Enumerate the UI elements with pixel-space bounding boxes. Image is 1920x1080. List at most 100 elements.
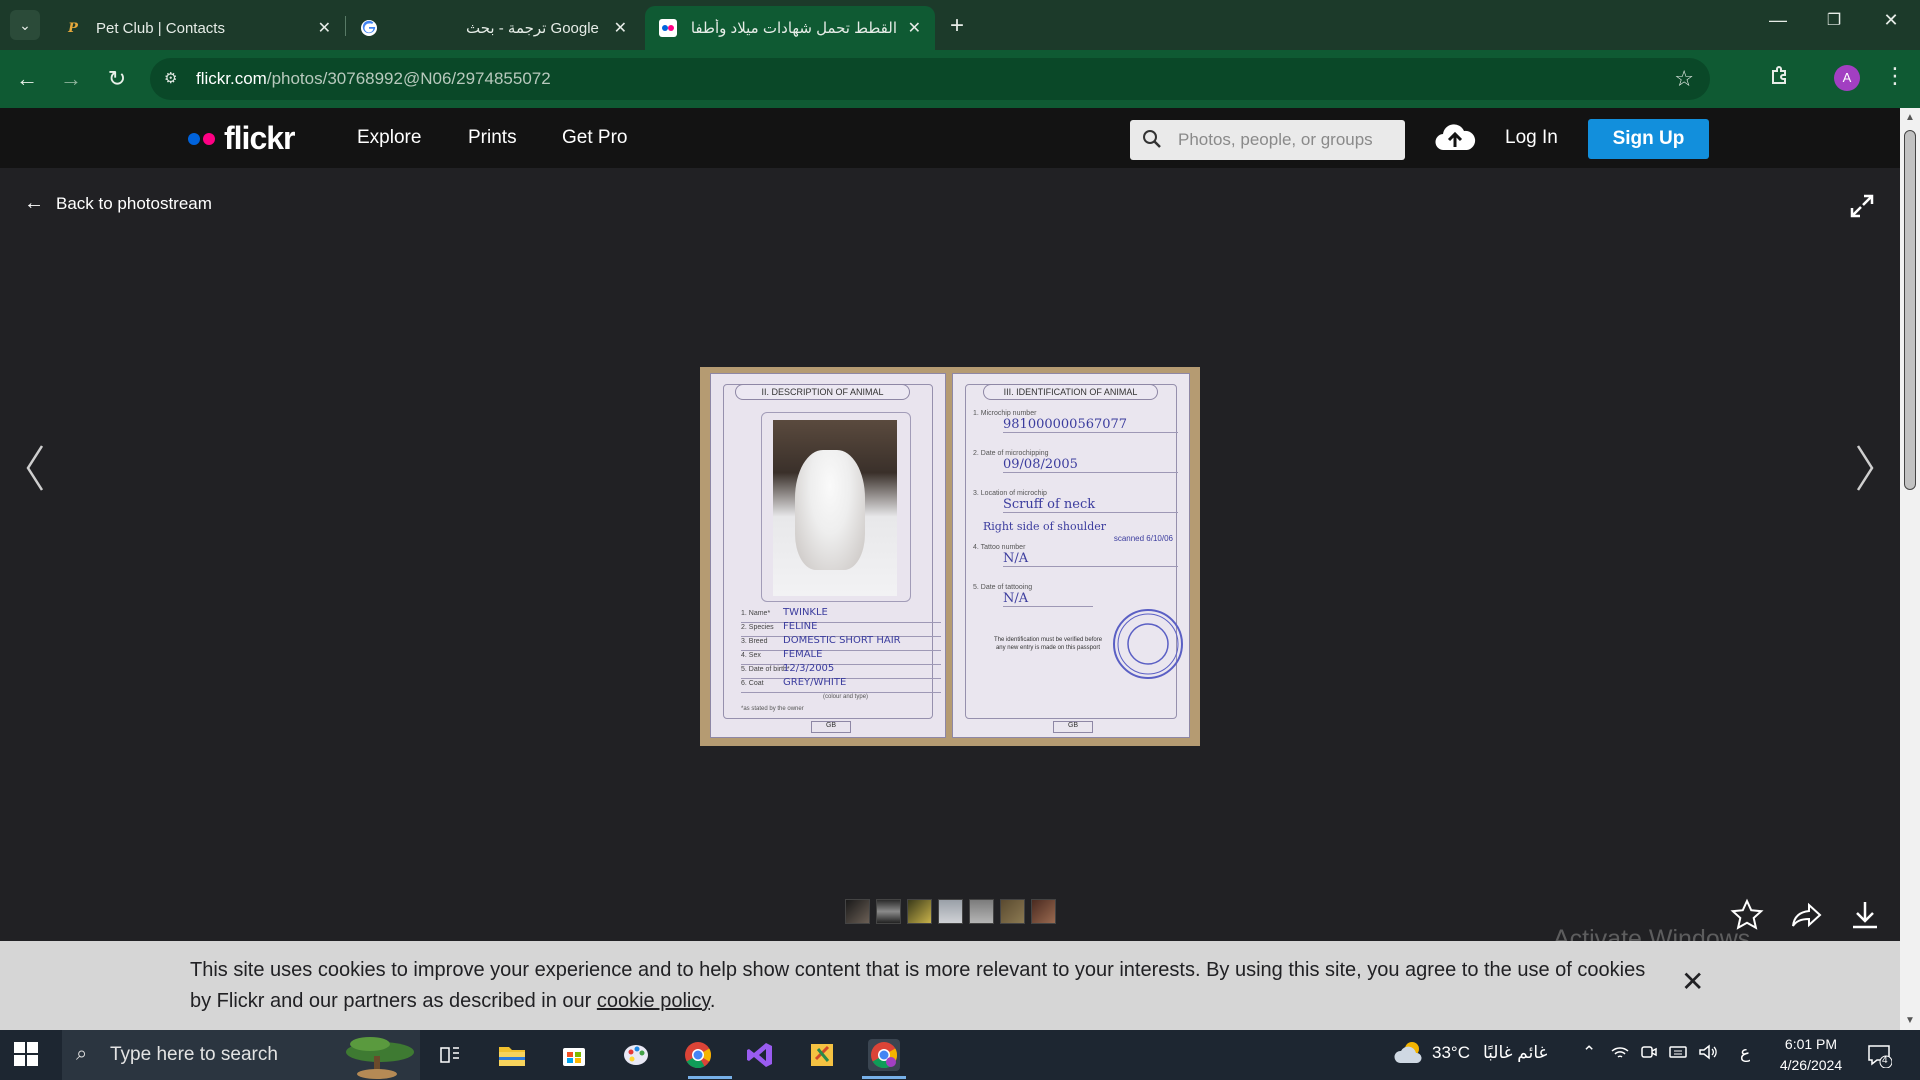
clock-date: 4/26/2024 [1779, 1057, 1843, 1073]
id-tattoo-date: 5. Date of tattooing N/A [973, 584, 1093, 607]
search-icon[interactable] [1142, 129, 1162, 154]
field-sex: 4. Sex FEMALE [741, 649, 941, 665]
logo-text: flickr [224, 120, 295, 156]
tab-flickr[interactable]: القطط تحمل شهادات ميلاد وأطفا ✕ [645, 6, 935, 50]
file-explorer-icon[interactable] [496, 1039, 528, 1071]
next-photo-chevron-icon[interactable] [1850, 438, 1880, 498]
microsoft-store-icon[interactable] [558, 1039, 590, 1071]
google-favicon-icon [360, 19, 378, 37]
volume-icon[interactable] [1698, 1043, 1718, 1066]
previous-photo-chevron-icon[interactable] [20, 438, 50, 498]
taskbar-search[interactable]: ⌕ Type here to search [62, 1030, 420, 1080]
field-name: 1. Name* TWINKLE [741, 607, 941, 623]
tab-close-icon[interactable]: ✕ [908, 18, 921, 38]
field-breed: 3. Breed DOMESTIC SHORT HAIR [741, 635, 941, 651]
cookie-policy-link[interactable]: cookie policy [597, 990, 710, 1012]
search-box [1130, 120, 1405, 160]
input-indicator-icon[interactable] [1668, 1043, 1688, 1066]
logo-pink-dot [203, 132, 215, 145]
extensions-puzzle-icon[interactable] [1768, 63, 1794, 89]
profile-avatar[interactable]: A [1834, 65, 1860, 91]
scanned-date-note: scanned 6/10/06 [1113, 534, 1173, 543]
active-app-indicator [688, 1076, 732, 1079]
omnibox[interactable]: ⚙ flickr.com/photos/30768992@N06/2974855… [150, 58, 1710, 100]
filmstrip-thumb[interactable] [938, 899, 963, 924]
minimize-icon[interactable]: — [1758, 10, 1798, 31]
meet-now-icon[interactable] [1640, 1043, 1658, 1066]
flickr-logo[interactable]: flickr [188, 120, 295, 157]
new-tab-icon[interactable]: + [950, 12, 964, 40]
id-footer-note: The identification must be verified befo… [993, 637, 1103, 651]
system-clock[interactable]: 6:01 PM 4/26/2024 [1776, 1034, 1846, 1076]
back-arrow-icon[interactable]: ← [12, 64, 42, 94]
log-in-link[interactable]: Log In [1505, 127, 1558, 149]
search-input[interactable] [1178, 128, 1393, 152]
id-microchip-date: 2. Date of microchipping 09/08/2005 [973, 450, 1178, 473]
tab-search-chevron-icon[interactable]: ⌄ [10, 10, 40, 40]
official-vet-stamp [1113, 609, 1183, 679]
filmstrip-thumb[interactable] [876, 899, 901, 924]
notification-center-icon[interactable]: 4 [1866, 1042, 1893, 1069]
tab-title: القطط تحمل شهادات ميلاد وأطفا [690, 20, 897, 37]
coat-hint: (colour and type) [823, 694, 869, 700]
tab-google-translate[interactable]: ترجمة - بحث Google ✕ [346, 6, 641, 50]
language-indicator[interactable]: ع [1740, 1043, 1750, 1063]
share-arrow-icon[interactable] [1790, 898, 1824, 932]
task-view-icon[interactable] [434, 1039, 466, 1071]
id-tattoo-number: 4. Tattoo number N/A [973, 544, 1178, 567]
windows-taskbar: ⌕ Type here to search 33°C غائم غالبًا ⌃ [0, 1030, 1920, 1080]
weather-cloud-icon[interactable] [1392, 1039, 1424, 1072]
bookmark-star-icon[interactable]: ☆ [1674, 66, 1694, 92]
passport-right-page: III. IDENTIFICATION OF ANIMAL 1. Microch… [952, 373, 1190, 738]
owner-note: *as stated by the owner [741, 706, 804, 712]
nav-get-pro[interactable]: Get Pro [562, 127, 627, 149]
tab-pet-club[interactable]: P Pet Club | Contacts ✕ [50, 6, 345, 50]
chrome-icon[interactable] [682, 1039, 714, 1071]
download-icon[interactable] [1848, 898, 1882, 932]
weather-temperature[interactable]: 33°C [1432, 1043, 1470, 1063]
fullscreen-expand-icon[interactable] [1848, 192, 1876, 220]
url-text[interactable]: flickr.com/photos/30768992@N06/297485507… [196, 69, 551, 89]
pet-club-favicon-icon: P [68, 20, 78, 36]
forward-arrow-icon[interactable]: → [56, 64, 86, 94]
network-icon[interactable] [1610, 1043, 1630, 1066]
nav-explore[interactable]: Explore [357, 127, 421, 149]
sign-up-button[interactable]: Sign Up [1588, 119, 1709, 159]
left-page-footer: GB [811, 721, 851, 733]
sticky-notes-icon[interactable] [806, 1039, 838, 1071]
chrome-profile-icon[interactable] [868, 1039, 900, 1071]
cookie-close-icon[interactable]: ✕ [1681, 965, 1704, 998]
filmstrip-thumb[interactable] [845, 899, 870, 924]
id-microchip-location: 3. Location of microchip Scruff of neck [973, 490, 1178, 513]
nav-prints[interactable]: Prints [468, 127, 517, 149]
filmstrip-thumb[interactable] [1000, 899, 1025, 924]
reload-icon[interactable]: ↻ [102, 64, 132, 94]
site-info-icon[interactable]: ⚙ [164, 69, 184, 89]
filmstrip-thumb[interactable] [969, 899, 994, 924]
visual-studio-icon[interactable] [744, 1039, 776, 1071]
tab-close-icon[interactable]: ✕ [614, 18, 627, 38]
scroll-down-arrow-icon[interactable]: ▼ [1904, 1015, 1916, 1026]
upload-cloud-icon[interactable] [1434, 120, 1476, 156]
identification-title: III. IDENTIFICATION OF ANIMAL [983, 384, 1158, 400]
show-hidden-icons-chevron-icon[interactable]: ⌃ [1582, 1043, 1596, 1063]
back-to-photostream-link[interactable]: ← Back to photostream [24, 192, 212, 215]
field-coat: 6. Coat GREY/WHITE [741, 677, 941, 693]
restore-icon[interactable]: ❐ [1814, 10, 1854, 30]
main-photo-pet-passport[interactable]: II. DESCRIPTION OF ANIMAL 1. Name* TWINKL… [700, 367, 1200, 746]
flickr-page: flickr Explore Prints Get Pro Log In Sig… [0, 108, 1900, 1030]
filmstrip-thumb[interactable] [1031, 899, 1056, 924]
windows-start-icon[interactable] [14, 1042, 38, 1066]
notification-count: 4 [1882, 1055, 1888, 1066]
browser-menu-icon[interactable]: ⋮ [1884, 63, 1906, 89]
bonsai-decoration-icon [346, 1037, 414, 1079]
scroll-up-arrow-icon[interactable]: ▲ [1904, 112, 1916, 123]
tab-close-icon[interactable]: ✕ [318, 18, 331, 38]
description-title: II. DESCRIPTION OF ANIMAL [735, 384, 910, 400]
paint-app-icon[interactable] [620, 1039, 652, 1071]
page-scrollbar[interactable]: ▲ ▼ [1900, 108, 1920, 1030]
window-close-icon[interactable]: ✕ [1871, 10, 1911, 31]
filmstrip-thumb[interactable] [907, 899, 932, 924]
weather-description[interactable]: غائم غالبًا [1483, 1043, 1547, 1063]
scroll-thumb[interactable] [1904, 130, 1916, 490]
